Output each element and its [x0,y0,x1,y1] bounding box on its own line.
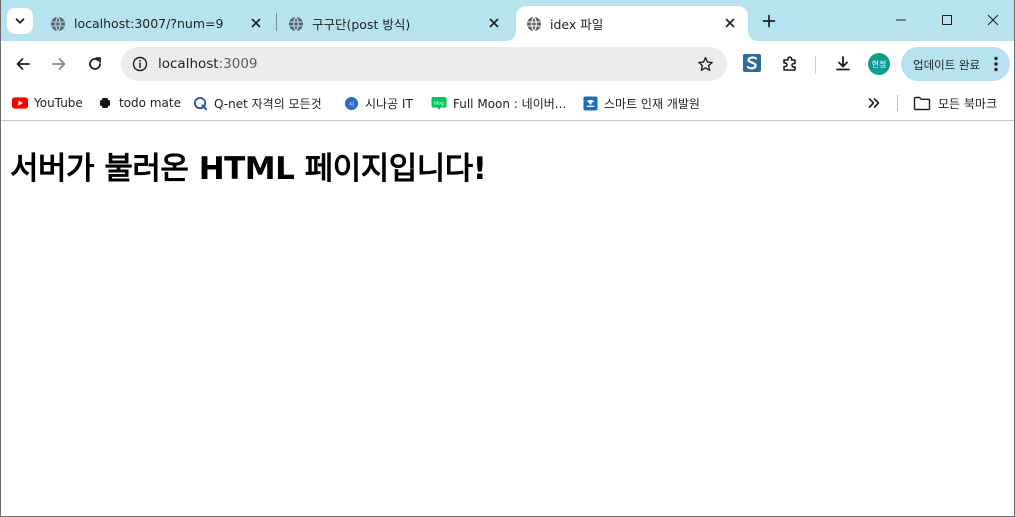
tab-title: idex 파일 [550,17,604,32]
back-button[interactable] [9,50,37,78]
close-icon[interactable] [486,15,502,31]
bookmark-label: 모든 북마크 [938,96,998,111]
bookmarks-bar: YouTube todo mate Q-net 자격의 모든것 시 시나공 IT… [0,87,1015,121]
close-icon[interactable] [722,15,738,31]
extensions-button[interactable] [776,50,804,78]
youtube-icon [12,95,28,111]
svg-text:시: 시 [348,100,353,107]
bookmark-sinagong[interactable]: 시 시나공 IT [343,93,413,113]
maximize-icon [942,15,952,25]
close-icon [987,14,999,26]
url-host: localhost [158,56,219,72]
extension-s-icon[interactable] [742,53,762,73]
reload-icon [89,57,101,70]
bookmark-label: 스마트 인재 개발원 [604,96,700,111]
tab-title: localhost:3007/?num=9 [74,16,224,31]
address-bar[interactable]: localhost:3009 [121,47,727,81]
maximize-button[interactable] [924,0,970,40]
toolbar-divider [815,56,816,74]
globe-icon [51,16,65,31]
smart-icon [582,95,598,111]
plus-icon [762,14,776,28]
tab-search-button[interactable] [7,8,33,34]
close-icon[interactable] [248,15,264,31]
chevron-down-icon [15,18,25,24]
bookmark-label: 시나공 IT [365,96,413,111]
todo-mate-icon [97,95,113,111]
qnet-icon [192,95,208,111]
bookmark-label: Full Moon : 네이버... [453,96,567,111]
url-port: :3009 [218,56,258,72]
bookmark-star-icon[interactable] [695,54,715,74]
page-heading: 서버가 불러온 HTML 페이지입니다! [10,151,487,187]
toolbar: localhost:3009 현정 업데이트 완료 [0,41,1015,87]
site-info-icon[interactable] [129,53,151,75]
downloads-button[interactable] [829,50,857,78]
page-content: 서버가 불러온 HTML 페이지입니다! [1,121,1014,516]
bookmarks-divider [897,95,898,111]
bookmark-youtube[interactable]: YouTube [12,93,83,113]
bookmark-qnet[interactable]: Q-net 자격의 모든것 [192,93,322,113]
download-icon [836,56,850,71]
kebab-menu-icon[interactable] [988,54,1004,74]
tab-title: 구구단(post 방식) [312,17,411,32]
arrow-right-icon [52,58,66,70]
globe-icon [289,16,303,31]
window-close-button[interactable] [970,0,1015,40]
folder-icon [913,95,931,111]
tab-3-active[interactable]: idex 파일 [516,6,748,41]
bookmark-naver-blog[interactable]: blog Full Moon : 네이버... [431,93,566,113]
new-tab-button[interactable] [756,8,782,34]
puzzle-icon [783,56,796,71]
sinagong-icon: 시 [343,95,359,111]
svg-text:blog: blog [434,100,444,106]
naver-blog-icon: blog [431,95,447,111]
minimize-icon [896,19,906,21]
bookmark-todo-mate[interactable]: todo mate [97,93,181,113]
tab-2[interactable]: 구구단(post 방식) [276,6,512,41]
forward-button[interactable] [45,50,73,78]
globe-icon [527,16,541,31]
minimize-button[interactable] [878,0,924,40]
arrow-left-icon [16,58,30,70]
update-button[interactable]: 업데이트 완료 [901,47,1010,81]
profile-avatar[interactable]: 현정 [868,53,890,75]
all-bookmarks-button[interactable]: 모든 북마크 [913,93,997,113]
bookmark-smart[interactable]: 스마트 인재 개발원 [582,93,700,113]
url-text: localhost:3009 [158,56,258,72]
tab-1[interactable]: localhost:3007/?num=9 [38,6,274,41]
update-label: 업데이트 완료 [913,58,981,72]
reload-button[interactable] [81,50,109,78]
tab-strip: localhost:3007/?num=9 구구단(post 방식) idex … [0,0,1015,41]
bookmark-label: todo mate [119,96,181,110]
chevron-double-right-icon[interactable] [865,93,883,113]
bookmark-label: Q-net 자격의 모든것 [214,96,322,111]
bookmark-label: YouTube [34,96,83,110]
